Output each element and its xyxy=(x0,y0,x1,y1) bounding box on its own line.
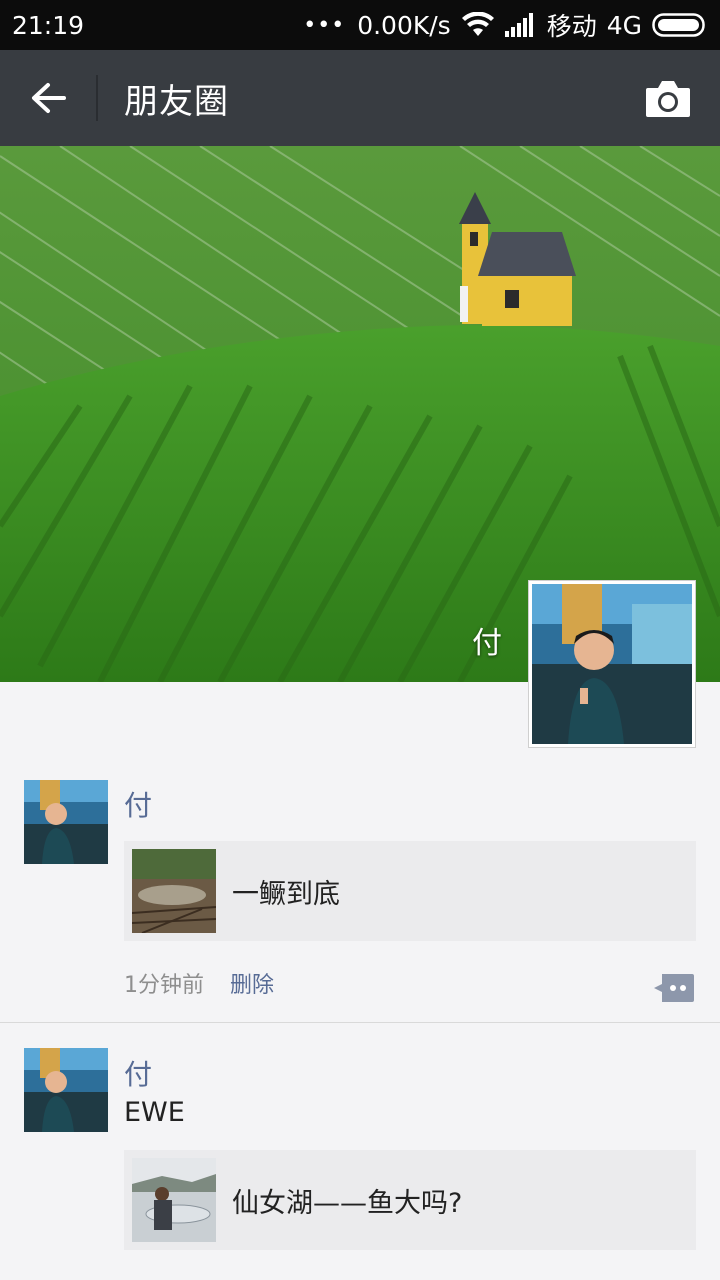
lake-photo xyxy=(132,1158,216,1242)
post-author-name[interactable]: 付 xyxy=(124,1053,152,1093)
post-text: EWE xyxy=(124,1097,185,1128)
post-avatar[interactable] xyxy=(24,1048,108,1132)
wifi-icon xyxy=(461,12,494,36)
status-time: 21:19 xyxy=(12,10,85,40)
shared-link-card[interactable]: 仙女湖——鱼大吗? xyxy=(124,1150,696,1250)
post-avatar[interactable] xyxy=(24,780,108,864)
post-timestamp: 1分钟前 xyxy=(124,973,204,998)
avatar-photo xyxy=(532,584,692,744)
link-title: 仙女湖——鱼大吗? xyxy=(232,1187,463,1219)
status-bar: 21:19 ••• 0.00K/s 移动 4G xyxy=(0,0,720,50)
network-type: 4G xyxy=(606,10,642,40)
signal-icon xyxy=(504,13,533,37)
camera-icon[interactable] xyxy=(644,76,692,120)
nav-divider xyxy=(96,75,98,121)
network-speed: 0.00K/s xyxy=(357,10,451,40)
link-thumbnail xyxy=(132,849,216,933)
avatar-photo xyxy=(24,780,108,864)
battery-icon xyxy=(652,13,705,37)
back-arrow-icon xyxy=(32,83,66,113)
nav-bar: 朋友圈 xyxy=(0,50,720,146)
carrier-label: 移动 xyxy=(546,12,597,41)
shared-link-card[interactable]: 一鳜到底 xyxy=(124,841,696,941)
comment-icon[interactable] xyxy=(652,972,696,1004)
page-title: 朋友圈 xyxy=(124,81,229,122)
profile-avatar[interactable] xyxy=(528,580,696,748)
avatar-photo xyxy=(24,1048,108,1132)
fish-photo xyxy=(132,849,216,933)
post-author-name[interactable]: 付 xyxy=(124,784,152,824)
back-button[interactable] xyxy=(0,50,96,146)
delete-button[interactable]: 删除 xyxy=(230,967,274,999)
link-thumbnail xyxy=(132,1158,216,1242)
link-title: 一鳜到底 xyxy=(232,878,340,910)
profile-name[interactable]: 付 xyxy=(472,618,502,662)
post-divider xyxy=(0,1022,720,1023)
dots-icon: ••• xyxy=(303,12,346,38)
